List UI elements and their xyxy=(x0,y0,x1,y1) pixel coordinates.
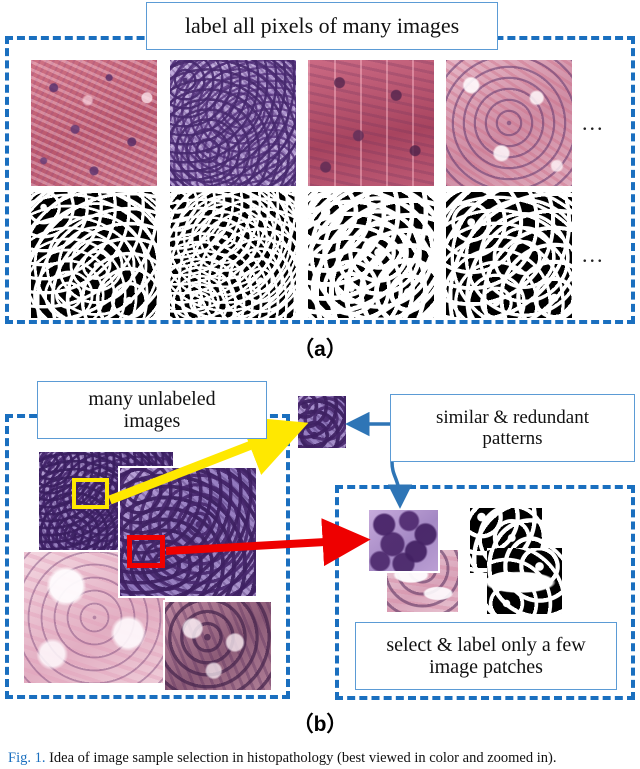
selected-patch-1 xyxy=(367,508,440,573)
unlabeled-title-line1: many unlabeled xyxy=(88,387,216,410)
panel-a-title-text: label all pixels of many images xyxy=(184,12,460,38)
panel-b-unlabeled-title-box: many unlabeled images xyxy=(37,381,267,439)
figure-caption: Fig. 1. Idea of image sample selection i… xyxy=(8,749,632,769)
mask-image-4 xyxy=(446,192,572,318)
unlabeled-image-4 xyxy=(163,600,273,692)
select-title-line2: image patches xyxy=(429,656,543,678)
ellipsis-image-row: ... xyxy=(582,110,605,135)
unlabeled-title-line2: images xyxy=(123,410,181,432)
similar-title-line2: patterns xyxy=(482,428,543,449)
panel-a-letter: （a） xyxy=(0,333,640,363)
histology-image-2 xyxy=(170,60,296,186)
mask-image-2 xyxy=(170,192,296,318)
histology-image-3 xyxy=(308,60,434,186)
panel-b-select-title-box: select & label only a few image patches xyxy=(355,622,617,690)
mask-image-1 xyxy=(31,192,157,318)
panel-b-similar-title-box: similar & redundant patterns xyxy=(390,394,635,462)
red-crop-box xyxy=(127,535,165,568)
mask-image-3 xyxy=(308,192,434,318)
similar-title-line1: similar & redundant xyxy=(435,406,590,428)
figure-caption-text: Idea of image sample selection in histop… xyxy=(49,750,557,766)
ellipsis-mask-row: ... xyxy=(582,242,605,267)
select-title-line1: select & label only a few xyxy=(386,633,586,656)
figure-root: label all pixels of many images ... ... … xyxy=(0,0,640,766)
panel-b-letter-text: （b） xyxy=(292,713,348,736)
figure-caption-ref: Fig. 1. xyxy=(8,750,46,766)
yellow-crop-box xyxy=(72,478,109,509)
extracted-patch-top xyxy=(298,396,346,448)
histology-image-1 xyxy=(31,60,157,186)
unlabeled-image-2 xyxy=(118,466,258,598)
panel-b-letter: （b） xyxy=(0,708,640,738)
panel-a-letter-text: （a） xyxy=(293,338,347,361)
panel-a-title-box: label all pixels of many images xyxy=(146,2,498,50)
histology-image-4 xyxy=(446,60,572,186)
selected-mask-2 xyxy=(487,548,562,614)
